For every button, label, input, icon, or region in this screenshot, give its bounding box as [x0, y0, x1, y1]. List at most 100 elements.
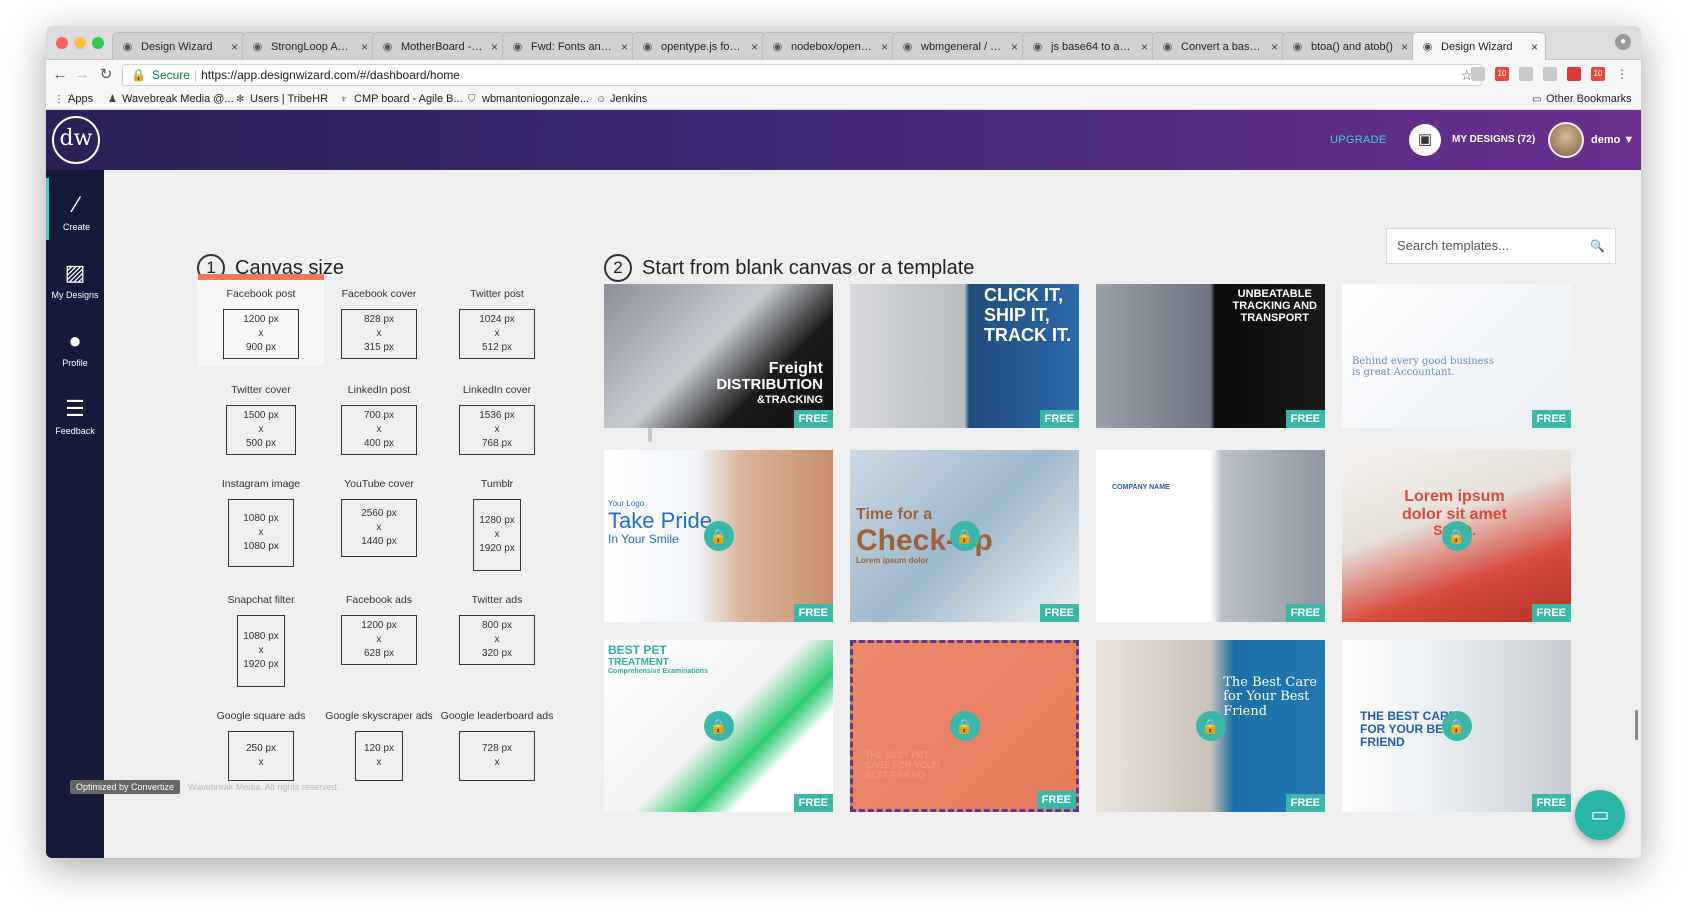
- reload-icon[interactable]: ↻: [96, 65, 116, 85]
- close-window-button[interactable]: [56, 37, 68, 49]
- close-icon[interactable]: ×: [1401, 33, 1408, 60]
- convertize-badge[interactable]: Optimized by Convertize: [70, 780, 181, 794]
- dimension-h: 315 px: [363, 342, 395, 353]
- template-card[interactable]: Time for a Check-up Lorem ipsum dolor 🔒 FREE: [850, 450, 1079, 622]
- forward-arrow-icon[interactable]: →: [72, 65, 92, 85]
- template-card[interactable]: UNBEATABLE TRACKING AND TRANSPORT FREE: [1096, 284, 1325, 428]
- bookmark-wavebreak[interactable]: ♟ Wavebreak Media @...: [108, 93, 234, 105]
- browser-tab[interactable]: ◉ Design Wizard ×: [112, 32, 246, 60]
- canvas-size-label: Facebook post: [226, 288, 296, 300]
- canvas-size-option[interactable]: Facebook post 1200 px x 900 px: [198, 274, 324, 366]
- dw-favicon-icon: ◉: [1422, 41, 1433, 53]
- my-designs-link[interactable]: MY DESIGNS (72): [1452, 134, 1535, 145]
- canvas-size-option[interactable]: Tumblr 1280 px x 1920 px: [434, 470, 560, 571]
- bookmark-jenkins[interactable]: ☺ Jenkins: [596, 93, 647, 105]
- browser-tab[interactable]: ◉ opentype.js font in ×: [632, 32, 766, 60]
- dimension-w: 1200 px: [361, 620, 397, 631]
- template-card[interactable]: Freight DISTRIBUTION &TRACKING FREE: [604, 284, 833, 428]
- canvas-size-option[interactable]: Twitter ads 800 px x 320 px: [434, 586, 560, 672]
- jenkins-icon: ☺: [596, 94, 607, 105]
- back-arrow-icon[interactable]: ←: [50, 65, 70, 85]
- nav-my-designs[interactable]: ▨ My Designs: [46, 246, 104, 308]
- template-card[interactable]: Lorem ipsumdolor sit ametSOLD.🔒FREE: [1342, 450, 1571, 622]
- close-icon[interactable]: ×: [1141, 33, 1148, 60]
- template-card[interactable]: COMPANY NAME🔒FREE: [1096, 450, 1325, 622]
- github-favicon-icon: ◉: [772, 41, 783, 53]
- upgrade-link[interactable]: UPGRADE: [1330, 134, 1387, 146]
- template-card[interactable]: Behind every good business is great Accou…: [1342, 284, 1571, 428]
- close-icon[interactable]: ×: [361, 33, 368, 60]
- close-icon[interactable]: ×: [621, 33, 628, 60]
- minimize-window-button[interactable]: [74, 37, 86, 49]
- canvas-size-option[interactable]: YouTube cover 2560 px x 1440 px: [316, 470, 442, 557]
- canvas-size-label: Google leaderboard ads: [440, 710, 554, 722]
- template-scrollbar[interactable]: [1635, 710, 1638, 740]
- bookmark-other[interactable]: ▭ Other Bookmarks: [1532, 93, 1632, 105]
- search-icon[interactable]: 🔍: [1590, 229, 1605, 263]
- calendar2-extension-icon[interactable]: 10: [1591, 67, 1605, 81]
- template-card[interactable]: THE BEST PET CARE FOR YOUR BEST FRIEND 🔒 FRE…: [850, 640, 1079, 812]
- template-text1: BEST PET: [608, 643, 667, 657]
- my-designs-icon[interactable]: ▣: [1409, 124, 1441, 156]
- nav-create[interactable]: ⁄ Create: [46, 178, 104, 240]
- template-card[interactable]: Your Logo Take Pride In Your Smile 🔒 FREE: [604, 450, 833, 622]
- browser-tab[interactable]: ◉ Fwd: Fonts and Co ×: [502, 32, 636, 60]
- close-icon[interactable]: ×: [1011, 33, 1018, 60]
- browser-tab[interactable]: ◉ btoa() and atob() ×: [1282, 32, 1416, 60]
- media-extension-icon[interactable]: [1543, 67, 1557, 81]
- close-icon[interactable]: ×: [1271, 33, 1278, 60]
- close-icon[interactable]: ×: [231, 33, 238, 60]
- url-field[interactable]: 🔒 Secure | https://app.designwizard.com/#/d…: [122, 64, 1482, 86]
- template-text1: Behind every good business: [1352, 356, 1494, 367]
- bookmark-wbmantonio[interactable]: ⛉ wbmantoniogonzale...: [468, 93, 589, 105]
- close-icon[interactable]: ×: [1531, 33, 1538, 60]
- close-icon[interactable]: ×: [751, 33, 758, 60]
- template-card[interactable]: CLICK IT, SHIP IT, TRACK IT. FREE: [850, 284, 1079, 428]
- browser-tab[interactable]: ◉ nodebox/opentype ×: [762, 32, 896, 60]
- bookmark-apps[interactable]: ⋮⋮Apps: [54, 93, 93, 105]
- calendar-extension-icon[interactable]: 10: [1495, 67, 1509, 81]
- template-card[interactable]: The Best Care for Your Best Friend 🔒 FREE: [1096, 640, 1325, 812]
- canvas-size-option[interactable]: Google leaderboard ads 728 px x: [434, 702, 560, 802]
- search-input[interactable]: Search templates... 🔍: [1386, 228, 1616, 264]
- nav-feedback[interactable]: ☰ Feedback: [46, 382, 104, 444]
- template-card[interactable]: THE BEST CARE FOR YOUR BEST FRIEND 🔒 FREE: [1342, 640, 1571, 812]
- close-icon[interactable]: ×: [491, 33, 498, 60]
- browser-profile-icon[interactable]: ●: [1615, 34, 1631, 50]
- canvas-size-option[interactable]: Facebook cover 828 px x 315 px: [316, 280, 442, 366]
- template-text1: Freight: [768, 359, 823, 377]
- canvas-size-option[interactable]: Snapchat filter 1080 px x 1920 px: [198, 586, 324, 687]
- user-menu[interactable]: demo ▼: [1591, 134, 1634, 146]
- browser-tab[interactable]: ◉ StrongLoop API Ex ×: [242, 32, 376, 60]
- nav-profile[interactable]: ● Profile: [46, 314, 104, 376]
- template-text: BEST PET TREATMENT Comprehensive Examinati…: [608, 643, 708, 676]
- canvas-size-option[interactable]: Twitter cover 1500 px x 500 px: [198, 376, 324, 462]
- canvas-size-option[interactable]: Instagram image 1080 px x 1080 px: [198, 470, 324, 567]
- avatar[interactable]: [1548, 122, 1584, 158]
- template-card[interactable]: BEST PET TREATMENT Comprehensive Examinati…: [604, 640, 833, 812]
- canvas-size-option[interactable]: LinkedIn post 700 px x 400 px: [316, 376, 442, 462]
- browser-tab[interactable]: ◉ MotherBoard - Agi ×: [372, 32, 506, 60]
- tab-label: js base64 to array: [1051, 41, 1133, 53]
- close-icon[interactable]: ×: [881, 33, 888, 60]
- bookmark-tribehr[interactable]: ✻ Users | TribeHR: [236, 93, 328, 105]
- cast-extension-icon[interactable]: [1471, 67, 1485, 81]
- browser-tab[interactable]: ◉ Design Wizard ×: [1412, 32, 1546, 60]
- design-wizard-logo[interactable]: dw: [52, 116, 100, 164]
- browser-tab[interactable]: ◉ js base64 to array ×: [1022, 32, 1156, 60]
- canvas-size-option[interactable]: Facebook ads 1200 px x 628 px: [316, 586, 442, 672]
- canvas-size-label: YouTube cover: [344, 478, 414, 490]
- pinterest-extension-icon[interactable]: [1567, 67, 1581, 81]
- menu-dots-icon[interactable]: ⋮: [1615, 67, 1629, 81]
- tab-label: MotherBoard - Agi: [401, 41, 483, 53]
- canvas-size-option[interactable]: Twitter post 1024 px x 512 px: [434, 280, 560, 366]
- chat-button[interactable]: ▭: [1575, 790, 1625, 840]
- bookmark-cmp-board[interactable]: ♆ CMP board - Agile B...: [340, 93, 463, 105]
- canvas-size-option[interactable]: LinkedIn cover 1536 px x 768 px: [434, 376, 560, 462]
- template-text2: SHIP IT,: [984, 304, 1050, 325]
- grid-extension-icon[interactable]: [1519, 67, 1533, 81]
- maximize-window-button[interactable]: [92, 37, 104, 49]
- app-header: dw UPGRADE ▣ MY DESIGNS (72) demo ▼: [46, 110, 1641, 170]
- browser-tab[interactable]: ◉ wbmgeneral / wbm ×: [892, 32, 1026, 60]
- browser-tab[interactable]: ◉ Convert a base64 ×: [1152, 32, 1286, 60]
